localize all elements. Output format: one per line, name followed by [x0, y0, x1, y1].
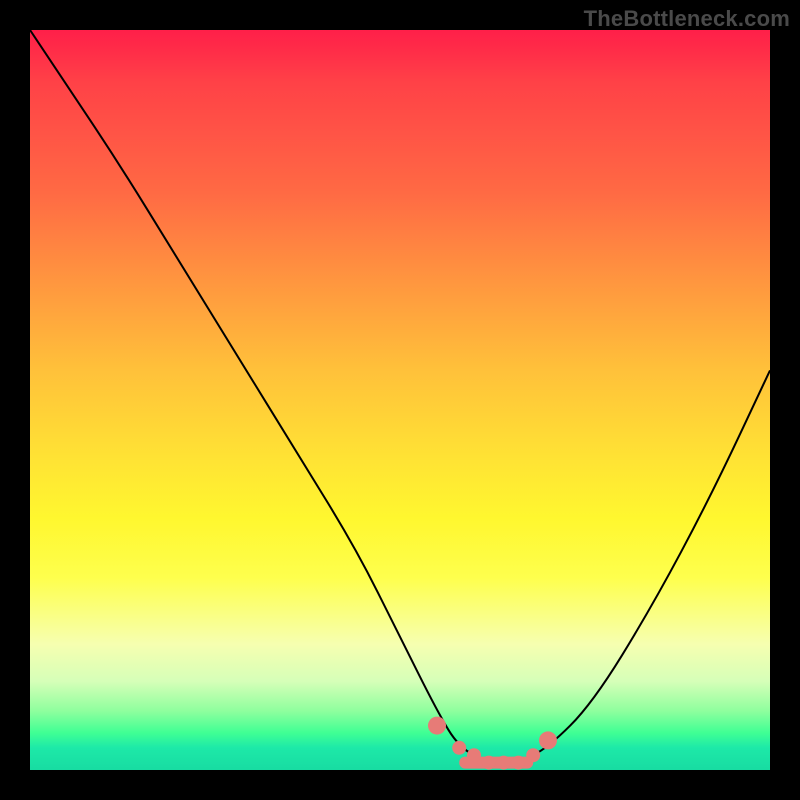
gradient-background	[30, 30, 770, 770]
plot-area	[30, 30, 770, 770]
attribution-label: TheBottleneck.com	[584, 6, 790, 32]
chart-frame: TheBottleneck.com	[0, 0, 800, 800]
